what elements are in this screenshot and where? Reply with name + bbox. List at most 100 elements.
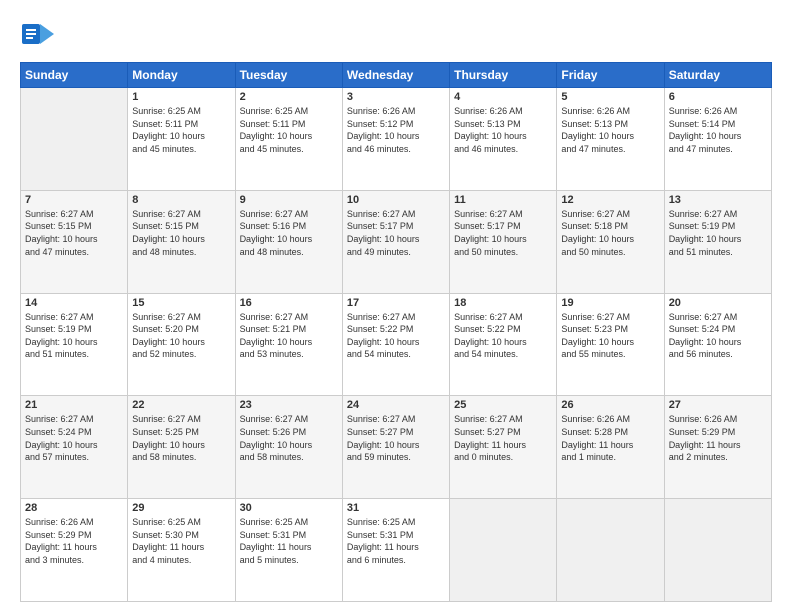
calendar-day-header: Wednesday [342, 63, 449, 88]
day-info: Sunrise: 6:25 AM Sunset: 5:31 PM Dayligh… [347, 516, 445, 566]
calendar-day-cell: 14 Sunrise: 6:27 AM Sunset: 5:19 PM Dayli… [21, 293, 128, 396]
calendar-day-header: Tuesday [235, 63, 342, 88]
calendar-day-cell: 18 Sunrise: 6:27 AM Sunset: 5:22 PM Dayli… [450, 293, 557, 396]
day-number: 16 [240, 297, 338, 309]
day-number: 2 [240, 91, 338, 103]
day-info: Sunrise: 6:26 AM Sunset: 5:13 PM Dayligh… [454, 105, 552, 155]
calendar-day-header: Saturday [664, 63, 771, 88]
day-info: Sunrise: 6:27 AM Sunset: 5:24 PM Dayligh… [25, 413, 123, 463]
day-number: 9 [240, 194, 338, 206]
day-info: Sunrise: 6:27 AM Sunset: 5:21 PM Dayligh… [240, 311, 338, 361]
day-number: 31 [347, 502, 445, 514]
day-info: Sunrise: 6:27 AM Sunset: 5:17 PM Dayligh… [347, 208, 445, 258]
calendar-day-cell: 11 Sunrise: 6:27 AM Sunset: 5:17 PM Dayli… [450, 190, 557, 293]
calendar-table: SundayMondayTuesdayWednesdayThursdayFrid… [20, 62, 772, 602]
logo [20, 16, 60, 52]
day-info: Sunrise: 6:27 AM Sunset: 5:24 PM Dayligh… [669, 311, 767, 361]
calendar-day-cell: 15 Sunrise: 6:27 AM Sunset: 5:20 PM Dayli… [128, 293, 235, 396]
day-info: Sunrise: 6:26 AM Sunset: 5:14 PM Dayligh… [669, 105, 767, 155]
day-info: Sunrise: 6:27 AM Sunset: 5:27 PM Dayligh… [454, 413, 552, 463]
day-info: Sunrise: 6:26 AM Sunset: 5:28 PM Dayligh… [561, 413, 659, 463]
calendar-day-cell: 10 Sunrise: 6:27 AM Sunset: 5:17 PM Dayli… [342, 190, 449, 293]
day-info: Sunrise: 6:26 AM Sunset: 5:29 PM Dayligh… [25, 516, 123, 566]
calendar-day-cell: 9Sunrise: 6:27 AM Sunset: 5:16 PM Daylig… [235, 190, 342, 293]
logo-icon [20, 16, 56, 52]
calendar-day-cell: 5 Sunrise: 6:26 AM Sunset: 5:13 PM Daylig… [557, 88, 664, 191]
calendar-day-cell: 26Sunrise: 6:26 AM Sunset: 5:28 PM Dayli… [557, 396, 664, 499]
calendar-day-cell: 30 Sunrise: 6:25 AM Sunset: 5:31 PM Dayli… [235, 499, 342, 602]
day-info: Sunrise: 6:26 AM Sunset: 5:13 PM Dayligh… [561, 105, 659, 155]
day-number: 24 [347, 399, 445, 411]
calendar-day-cell: 19 Sunrise: 6:27 AM Sunset: 5:23 PM Dayli… [557, 293, 664, 396]
day-number: 21 [25, 399, 123, 411]
day-info: Sunrise: 6:27 AM Sunset: 5:26 PM Dayligh… [240, 413, 338, 463]
day-info: Sunrise: 6:27 AM Sunset: 5:17 PM Dayligh… [454, 208, 552, 258]
calendar-week-row: 28 Sunrise: 6:26 AM Sunset: 5:29 PM Dayli… [21, 499, 772, 602]
calendar-day-cell: 25 Sunrise: 6:27 AM Sunset: 5:27 PM Dayli… [450, 396, 557, 499]
day-info: Sunrise: 6:27 AM Sunset: 5:20 PM Dayligh… [132, 311, 230, 361]
calendar-header-row: SundayMondayTuesdayWednesdayThursdayFrid… [21, 63, 772, 88]
calendar-day-cell: 17Sunrise: 6:27 AM Sunset: 5:22 PM Dayli… [342, 293, 449, 396]
calendar-day-cell: 16 Sunrise: 6:27 AM Sunset: 5:21 PM Dayli… [235, 293, 342, 396]
calendar-day-cell: 27Sunrise: 6:26 AM Sunset: 5:29 PM Dayli… [664, 396, 771, 499]
calendar-day-header: Thursday [450, 63, 557, 88]
day-info: Sunrise: 6:27 AM Sunset: 5:27 PM Dayligh… [347, 413, 445, 463]
day-number: 3 [347, 91, 445, 103]
day-number: 5 [561, 91, 659, 103]
day-number: 7 [25, 194, 123, 206]
calendar-week-row: 21 Sunrise: 6:27 AM Sunset: 5:24 PM Dayli… [21, 396, 772, 499]
day-info: Sunrise: 6:27 AM Sunset: 5:22 PM Dayligh… [347, 311, 445, 361]
calendar-day-cell: 7 Sunrise: 6:27 AM Sunset: 5:15 PM Daylig… [21, 190, 128, 293]
day-number: 25 [454, 399, 552, 411]
day-number: 8 [132, 194, 230, 206]
day-info: Sunrise: 6:27 AM Sunset: 5:23 PM Dayligh… [561, 311, 659, 361]
day-info: Sunrise: 6:25 AM Sunset: 5:31 PM Dayligh… [240, 516, 338, 566]
day-info: Sunrise: 6:27 AM Sunset: 5:19 PM Dayligh… [25, 311, 123, 361]
day-info: Sunrise: 6:25 AM Sunset: 5:30 PM Dayligh… [132, 516, 230, 566]
calendar-week-row: 7 Sunrise: 6:27 AM Sunset: 5:15 PM Daylig… [21, 190, 772, 293]
calendar-day-cell [557, 499, 664, 602]
day-info: Sunrise: 6:25 AM Sunset: 5:11 PM Dayligh… [240, 105, 338, 155]
calendar-day-cell: 6Sunrise: 6:26 AM Sunset: 5:14 PM Daylig… [664, 88, 771, 191]
calendar-day-cell [664, 499, 771, 602]
calendar-day-cell: 28 Sunrise: 6:26 AM Sunset: 5:29 PM Dayli… [21, 499, 128, 602]
day-number: 10 [347, 194, 445, 206]
calendar-day-cell: 20Sunrise: 6:27 AM Sunset: 5:24 PM Dayli… [664, 293, 771, 396]
day-number: 19 [561, 297, 659, 309]
day-number: 23 [240, 399, 338, 411]
day-number: 22 [132, 399, 230, 411]
calendar-day-header: Friday [557, 63, 664, 88]
day-number: 14 [25, 297, 123, 309]
day-number: 1 [132, 91, 230, 103]
calendar-day-cell: 2 Sunrise: 6:25 AM Sunset: 5:11 PM Daylig… [235, 88, 342, 191]
day-number: 13 [669, 194, 767, 206]
day-info: Sunrise: 6:26 AM Sunset: 5:12 PM Dayligh… [347, 105, 445, 155]
day-info: Sunrise: 6:27 AM Sunset: 5:19 PM Dayligh… [669, 208, 767, 258]
day-info: Sunrise: 6:27 AM Sunset: 5:22 PM Dayligh… [454, 311, 552, 361]
day-number: 30 [240, 502, 338, 514]
day-info: Sunrise: 6:27 AM Sunset: 5:18 PM Dayligh… [561, 208, 659, 258]
calendar-day-cell: 4 Sunrise: 6:26 AM Sunset: 5:13 PM Daylig… [450, 88, 557, 191]
calendar-week-row: 1 Sunrise: 6:25 AM Sunset: 5:11 PM Daylig… [21, 88, 772, 191]
calendar-day-cell [450, 499, 557, 602]
day-number: 11 [454, 194, 552, 206]
calendar-day-cell: 22 Sunrise: 6:27 AM Sunset: 5:25 PM Dayli… [128, 396, 235, 499]
calendar-day-cell: 8 Sunrise: 6:27 AM Sunset: 5:15 PM Daylig… [128, 190, 235, 293]
calendar-day-cell: 23 Sunrise: 6:27 AM Sunset: 5:26 PM Dayli… [235, 396, 342, 499]
calendar-day-cell: 13 Sunrise: 6:27 AM Sunset: 5:19 PM Dayli… [664, 190, 771, 293]
day-info: Sunrise: 6:27 AM Sunset: 5:25 PM Dayligh… [132, 413, 230, 463]
day-number: 15 [132, 297, 230, 309]
day-number: 27 [669, 399, 767, 411]
day-number: 4 [454, 91, 552, 103]
day-info: Sunrise: 6:27 AM Sunset: 5:15 PM Dayligh… [25, 208, 123, 258]
day-info: Sunrise: 6:27 AM Sunset: 5:15 PM Dayligh… [132, 208, 230, 258]
header [20, 16, 772, 52]
calendar-day-cell: 1Sunrise: 6:25 AM Sunset: 5:11 PM Daylig… [128, 88, 235, 191]
day-number: 29 [132, 502, 230, 514]
day-number: 18 [454, 297, 552, 309]
day-number: 28 [25, 502, 123, 514]
calendar-week-row: 14 Sunrise: 6:27 AM Sunset: 5:19 PM Dayli… [21, 293, 772, 396]
calendar-day-header: Sunday [21, 63, 128, 88]
calendar-day-cell [21, 88, 128, 191]
page: SundayMondayTuesdayWednesdayThursdayFrid… [0, 0, 792, 612]
